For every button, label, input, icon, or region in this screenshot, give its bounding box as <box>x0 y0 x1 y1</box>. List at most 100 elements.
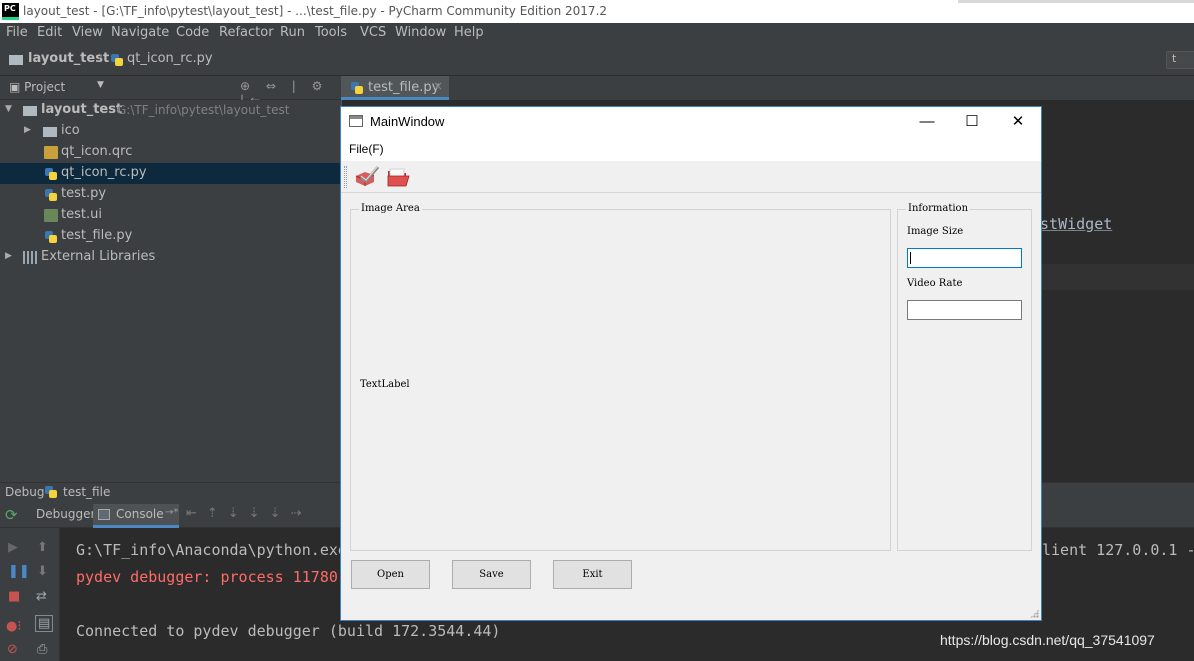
print-icon[interactable]: ⎙ <box>37 642 47 657</box>
run-config-selector[interactable]: t <box>1166 51 1194 69</box>
menu-file[interactable]: File(F) <box>349 142 384 156</box>
window-app-icon <box>349 115 363 127</box>
tree-item-external-libraries[interactable]: ▶ External Libraries <box>0 247 341 268</box>
menu-view[interactable]: View <box>72 25 103 40</box>
stop-icon[interactable]: ■ <box>8 589 20 604</box>
tab-label: test_file.py <box>368 80 440 95</box>
qrc-file-icon <box>44 146 58 159</box>
video-rate-label: Video Rate <box>907 278 963 289</box>
open-button[interactable]: Open <box>351 560 430 589</box>
qt-main-window: MainWindow — ☐ ✕ File(F) Image Area Text… <box>340 106 1042 621</box>
watermark: https://blog.csdn.net/qq_37541097 <box>940 632 1155 648</box>
debug-label: Debug <box>5 485 45 499</box>
toolbar-grip[interactable] <box>344 166 347 188</box>
tab-debugger[interactable]: Debugger <box>36 507 95 521</box>
menu-vcs[interactable]: VCS <box>360 25 386 40</box>
open-folder-icon[interactable] <box>384 164 412 190</box>
folder-icon <box>23 106 37 116</box>
editor-tab-bar: test_file.py × <box>341 76 1194 100</box>
tree-item-qt-icon-rc-py[interactable]: qt_icon_rc.py <box>0 163 341 184</box>
collapse-arrow-icon[interactable]: ▶ <box>5 251 12 261</box>
save-button[interactable]: Save <box>452 560 531 589</box>
tree-item-test-py[interactable]: test.py <box>0 184 341 205</box>
information-groupbox: Information Image Size Video Rate <box>897 203 1032 551</box>
close-button[interactable]: ✕ <box>995 107 1041 137</box>
minimize-button[interactable]: — <box>904 107 950 137</box>
close-tab-icon[interactable]: × <box>433 79 443 93</box>
tree-item-ico[interactable]: ▶ ico <box>0 121 341 142</box>
menu-window[interactable]: Window <box>395 25 446 40</box>
image-area-groupbox: Image Area TextLabel <box>350 203 891 551</box>
exit-button[interactable]: Exit <box>553 560 632 589</box>
rerun-icon[interactable]: ⟳ <box>5 506 23 524</box>
pin-icon[interactable]: →* <box>165 507 178 518</box>
menu-refactor[interactable]: Refactor <box>219 25 274 40</box>
up-arrow-icon[interactable]: ⬆ <box>37 540 48 555</box>
text-caret <box>910 252 911 264</box>
menu-file[interactable]: File <box>6 25 28 40</box>
tree-item-qt-icon-qrc[interactable]: qt_icon.qrc <box>0 142 341 163</box>
console-line: G:\TF_info\Anaconda\python.exe <box>76 541 347 559</box>
breakpoint-icon[interactable]: ⊘ <box>7 642 18 657</box>
python-file-icon <box>44 485 58 499</box>
tab-console[interactable]: Console →* <box>93 504 179 528</box>
console-toggle-icon[interactable]: ▤ <box>35 615 54 632</box>
console-icon <box>98 509 110 520</box>
tree-item-label: qt_icon.qrc <box>61 144 133 159</box>
mute-breakpoints-icon[interactable]: ●⁝ <box>6 619 21 634</box>
console-line: Connected to pydev debugger (build 172.3… <box>76 622 501 640</box>
menu-run[interactable]: Run <box>280 25 305 40</box>
tree-item-label: test.py <box>61 186 107 201</box>
project-view-label: Project <box>24 80 66 94</box>
image-size-input[interactable] <box>908 249 1021 267</box>
folder-icon <box>9 55 23 65</box>
debug-step-buttons[interactable]: ⇤⇡⇣⇣⇣⇢ <box>186 506 311 521</box>
python-file-icon <box>110 53 124 67</box>
window-toolbar <box>341 161 1041 193</box>
menu-help[interactable]: Help <box>454 25 484 40</box>
tree-item-path: G:\TF_info\pytest\layout_test <box>117 103 290 117</box>
pause-icon[interactable]: ❚❚ <box>8 564 30 579</box>
expand-arrow-icon[interactable]: ▼ <box>5 104 12 114</box>
video-rate-input[interactable] <box>908 301 1021 319</box>
menu-navigate[interactable]: Navigate <box>111 25 169 40</box>
tree-item-label: test.ui <box>61 207 102 222</box>
maximize-button[interactable]: ☐ <box>949 107 995 137</box>
resume-icon[interactable]: ▶ <box>8 540 18 555</box>
project-panel-header: ▣ Project ▼ ⊕ ⇔ | ⚙ |← <box>0 76 341 107</box>
window-menu-bar: File(F) <box>341 137 1041 161</box>
groupbox-title: Image Area <box>359 203 422 214</box>
window-title-bar[interactable]: MainWindow — ☐ ✕ <box>341 107 1041 137</box>
navigation-bar: layout_test › qt_icon_rc.py t <box>0 44 1194 76</box>
video-rate-field[interactable] <box>907 300 1022 320</box>
tab-console-label: Console <box>116 507 164 521</box>
ide-menu-bar: File Edit View Navigate Code Refactor Ru… <box>0 23 1194 44</box>
ide-title-bar: PC layout_test - [G:\TF_info\pytest\layo… <box>0 0 1194 23</box>
tree-item-label: layout_test <box>41 102 123 117</box>
window-title: MainWindow <box>370 114 445 129</box>
checkmark-save-icon[interactable] <box>353 164 381 190</box>
collapse-arrow-icon[interactable]: ▶ <box>24 125 31 135</box>
menu-edit[interactable]: Edit <box>37 25 62 40</box>
python-file-icon <box>44 167 58 180</box>
image-size-field[interactable] <box>907 248 1022 268</box>
project-view-selector[interactable]: ▣ Project <box>9 80 65 94</box>
tree-item-layout-test[interactable]: ▼ layout_test G:\TF_info\pytest\layout_t… <box>0 100 341 121</box>
ui-file-icon <box>44 209 58 222</box>
menu-tools[interactable]: Tools <box>315 25 347 40</box>
tree-item-test-file-py[interactable]: test_file.py <box>0 226 341 247</box>
tree-item-label: test_file.py <box>61 228 133 243</box>
image-size-label: Image Size <box>907 226 964 237</box>
resize-grip[interactable] <box>1030 609 1039 618</box>
view-breakpoints-icon[interactable]: ⇄ <box>36 589 47 604</box>
tree-item-test-ui[interactable]: test.ui <box>0 205 341 226</box>
ide-window-title: layout_test - [G:\TF_info\pytest\layout_… <box>23 4 608 18</box>
tab-test-file-py[interactable]: test_file.py × <box>341 76 449 100</box>
breadcrumb-project[interactable]: layout_test <box>28 51 109 66</box>
tree-item-label: qt_icon_rc.py <box>61 165 147 180</box>
breadcrumb-file[interactable]: qt_icon_rc.py <box>127 51 213 66</box>
chevron-down-icon[interactable]: ▼ <box>97 80 104 90</box>
menu-code[interactable]: Code <box>176 25 209 40</box>
down-arrow-icon[interactable]: ⬇ <box>37 564 48 579</box>
breadcrumb-separator: › <box>98 49 104 64</box>
